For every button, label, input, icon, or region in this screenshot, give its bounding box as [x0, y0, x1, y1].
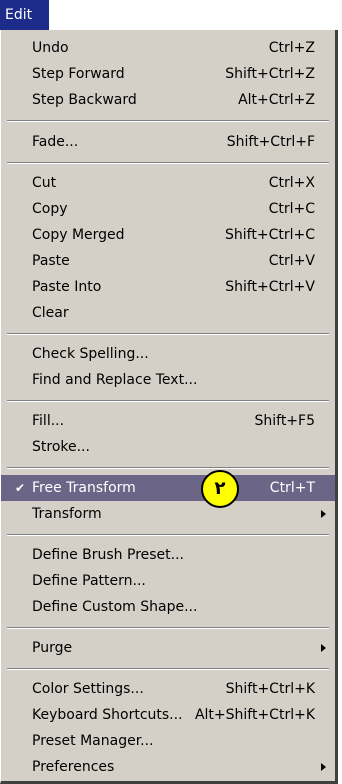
menu-item-label: Undo	[32, 40, 69, 56]
menu-item-label: Step Forward	[32, 66, 125, 82]
menu-item-copy[interactable]: Copy Ctrl+C	[1, 196, 335, 222]
menu-item-undo[interactable]: Undo Ctrl+Z	[1, 35, 335, 61]
menu-separator	[7, 120, 329, 122]
menu-item-purge[interactable]: Purge	[1, 635, 335, 661]
menu-item-keyboard-shortcuts[interactable]: Keyboard Shortcuts... Alt+Shift+Ctrl+K	[1, 702, 335, 728]
menu-item-label: Purge	[32, 640, 73, 656]
menu-item-paste-into[interactable]: Paste Into Shift+Ctrl+V	[1, 274, 335, 300]
menu-item-fill[interactable]: Fill... Shift+F5	[1, 408, 335, 434]
menu-item-color-settings[interactable]: Color Settings... Shift+Ctrl+K	[1, 676, 335, 702]
checkmark-icon: ✔	[15, 481, 26, 495]
menu-item-label: Free Transform	[32, 480, 136, 496]
menu-item-find-replace[interactable]: Find and Replace Text...	[1, 367, 335, 393]
menu-item-label: Check Spelling...	[32, 346, 149, 362]
menu-item-label: Define Custom Shape...	[32, 599, 198, 615]
menu-item-label: Stroke...	[32, 439, 90, 455]
menu-item-step-backward[interactable]: Step Backward Alt+Ctrl+Z	[1, 87, 335, 113]
menu-item-label: Define Pattern...	[32, 573, 146, 589]
menu-item-shortcut: Shift+Ctrl+F	[226, 134, 315, 150]
menu-separator	[7, 467, 329, 469]
menubar: Edit	[0, 0, 342, 30]
menu-item-shortcut: Alt+Ctrl+Z	[238, 92, 315, 108]
menu-item-shortcut: Shift+Ctrl+V	[225, 279, 315, 295]
menu-item-label: Step Backward	[32, 92, 137, 108]
menu-item-check-spelling[interactable]: Check Spelling...	[1, 341, 335, 367]
menu-item-label: Color Settings...	[32, 681, 144, 697]
menu-separator	[7, 534, 329, 536]
menu-item-stroke[interactable]: Stroke...	[1, 434, 335, 460]
menu-item-label: Keyboard Shortcuts...	[32, 707, 183, 723]
menu-item-transform[interactable]: Transform	[1, 501, 335, 527]
submenu-arrow-icon	[321, 510, 326, 518]
menu-item-shortcut: Ctrl+X	[268, 175, 315, 191]
menu-item-shortcut: Ctrl+Z	[268, 40, 315, 56]
menu-item-define-brush-preset[interactable]: Define Brush Preset...	[1, 542, 335, 568]
menu-item-label: Cut	[32, 175, 57, 191]
menu-item-define-custom-shape[interactable]: Define Custom Shape...	[1, 594, 335, 620]
menu-item-label: Paste Into	[32, 279, 102, 295]
menu-item-shortcut: Shift+Ctrl+C	[225, 227, 315, 243]
menu-item-define-pattern[interactable]: Define Pattern...	[1, 568, 335, 594]
menu-item-label: Copy	[32, 201, 68, 217]
menu-item-preset-manager[interactable]: Preset Manager...	[1, 728, 335, 754]
submenu-arrow-icon	[321, 763, 326, 771]
menu-item-free-transform[interactable]: ✔ Free Transform Ctrl+T ٢	[1, 470, 335, 508]
menu-item-clear[interactable]: Clear	[1, 300, 335, 326]
menu-item-label: Fill...	[32, 413, 65, 429]
menu-item-shortcut: Shift+Ctrl+K	[225, 681, 315, 697]
menu-item-label: Define Brush Preset...	[32, 547, 185, 563]
menu-item-fade[interactable]: Fade... Shift+Ctrl+F	[1, 129, 335, 155]
menu-item-label: Preferences	[32, 759, 115, 775]
menu-item-label: Clear	[32, 305, 69, 321]
menu-item-label: Transform	[32, 506, 102, 522]
menu-item-paste[interactable]: Paste Ctrl+V	[1, 248, 335, 274]
menu-item-step-forward[interactable]: Step Forward Shift+Ctrl+Z	[1, 61, 335, 87]
menu-item-shortcut: Shift+F5	[254, 413, 315, 429]
menu-item-label: Fade...	[32, 134, 79, 150]
menu-item-label: Paste	[32, 253, 70, 269]
menu-separator	[7, 162, 329, 164]
menu-item-copy-merged[interactable]: Copy Merged Shift+Ctrl+C	[1, 222, 335, 248]
menu-item-preferences[interactable]: Preferences	[1, 754, 335, 780]
menu-item-cut[interactable]: Cut Ctrl+X	[1, 170, 335, 196]
menu-separator	[7, 627, 329, 629]
edit-menu-title[interactable]: Edit	[0, 0, 49, 30]
menu-separator	[7, 333, 329, 335]
menu-item-shortcut: Shift+Ctrl+Z	[225, 66, 315, 82]
menu-item-shortcut: Ctrl+C	[268, 201, 315, 217]
submenu-arrow-icon	[321, 644, 326, 652]
menu-item-label: Copy Merged	[32, 227, 125, 243]
menu-separator	[7, 668, 329, 670]
menu-item-shortcut: Alt+Shift+Ctrl+K	[194, 707, 315, 723]
menu-item-label: Find and Replace Text...	[32, 372, 198, 388]
menu-item-label: Preset Manager...	[32, 733, 154, 749]
edit-dropdown-menu: Undo Ctrl+Z Step Forward Shift+Ctrl+Z St…	[0, 30, 338, 784]
menu-separator	[7, 400, 329, 402]
menu-item-shortcut: Ctrl+T	[269, 480, 315, 496]
menu-item-shortcut: Ctrl+V	[268, 253, 315, 269]
